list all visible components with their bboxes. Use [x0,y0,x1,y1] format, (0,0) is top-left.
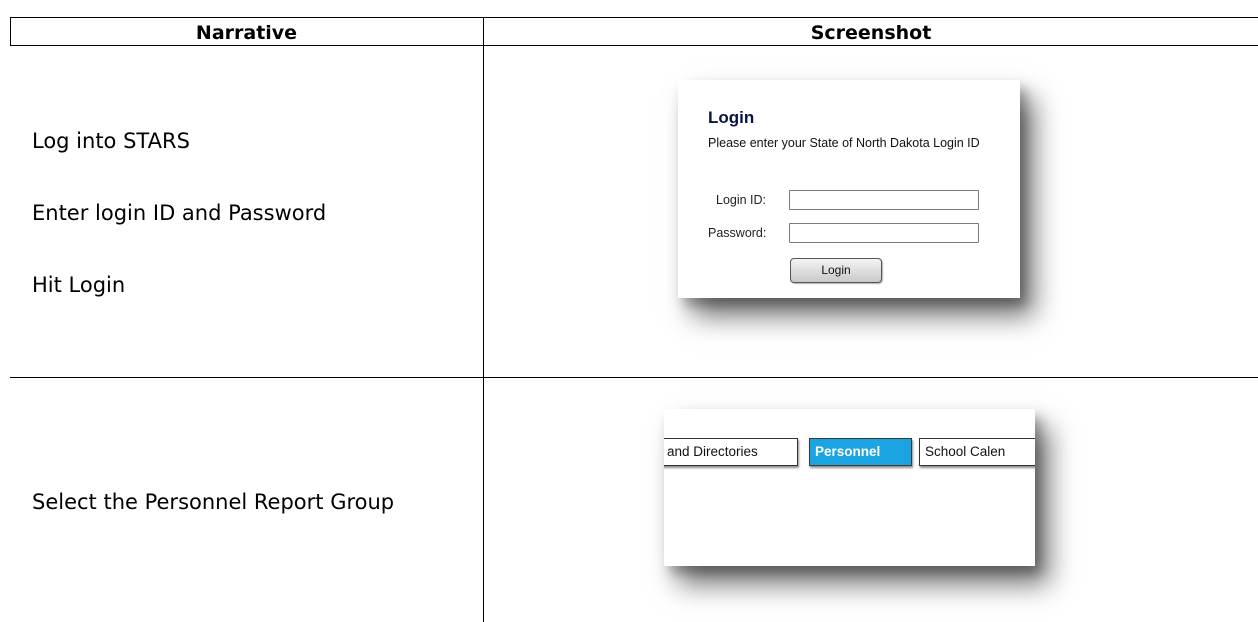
login-instructions: Please enter your State of North Dakota … [708,136,980,150]
report-group-screenshot: and Directories Personnel School Calen [664,409,1035,566]
login-id-label: Login ID: [716,193,767,207]
document-table: Narrative Screenshot Log into STARS Ente… [0,0,1258,622]
login-id-input[interactable] [789,190,979,210]
tab-directories[interactable]: and Directories [664,438,798,466]
screenshot-header: Screenshot [810,22,932,44]
password-input[interactable] [789,223,979,243]
tab-school-calendar[interactable]: School Calen [919,438,1035,466]
login-button[interactable]: Login [790,258,882,283]
password-label: Password: [708,226,767,240]
table-top-border [10,17,1258,18]
tab-personnel[interactable]: Personnel [809,438,912,466]
login-title: Login [708,108,755,127]
narrative-step-hit-login: Hit Login [32,273,126,297]
narrative-step-credentials: Enter login ID and Password [32,201,327,225]
narrative-step-select-personnel: Select the Personnel Report Group [32,490,395,514]
narrative-step-login: Log into STARS [32,129,190,153]
narrative-header: Narrative [195,22,298,44]
row-divider [10,377,1258,378]
login-screenshot: Login Please enter your State of North D… [678,80,1020,298]
column-divider [483,17,484,622]
